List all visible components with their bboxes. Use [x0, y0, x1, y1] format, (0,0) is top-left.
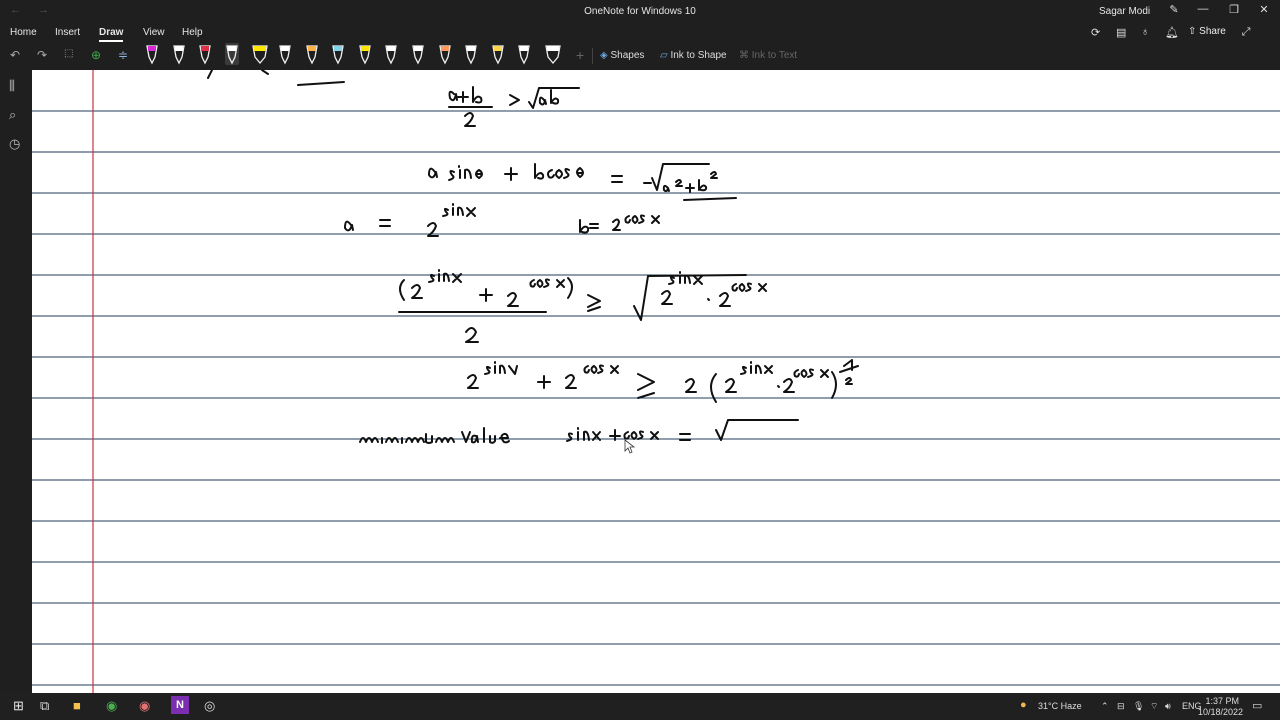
redo-icon[interactable]: ↷ [37, 48, 47, 62]
windows-taskbar: ⊞ ⧉ ■ ◉ ◉ N ◎ ● 31°C Haze ⌃ ⊟ 🎙︎ ⌔ 🔊︎ EN… [0, 693, 1280, 720]
shapes-icon: ◈ [600, 50, 611, 61]
ink-minimum-value [359, 419, 799, 444]
clock-time[interactable]: 1:37 PM [1203, 696, 1239, 706]
add-space-icon[interactable]: ⊕ [91, 48, 101, 62]
close-icon[interactable]: ✕ [1254, 3, 1274, 19]
lasso-select-icon[interactable]: ⬚ [64, 48, 73, 59]
minimize-icon[interactable]: — [1193, 3, 1213, 19]
eraser-icon[interactable]: ≑ [118, 48, 128, 62]
mouse-cursor-icon [624, 439, 636, 454]
handwriting-ink [207, 70, 859, 444]
highlighter-5-icon[interactable] [251, 43, 268, 65]
ink-to-text-icon: ⌘ [739, 50, 752, 61]
page-canvas [32, 70, 1280, 693]
chrome-icon[interactable]: ◉ [106, 698, 117, 714]
ruled-lines [32, 110, 1280, 686]
pen-10-icon[interactable] [384, 43, 398, 65]
fullscreen-icon[interactable]: ⤢ [1236, 26, 1256, 42]
undo-icon[interactable]: ↶ [10, 48, 20, 62]
ink-identity [428, 163, 737, 201]
ink-substitution [344, 203, 660, 237]
task-view-icon[interactable]: ⧉ [40, 698, 49, 714]
ink-to-shape-icon: ▱ [660, 50, 671, 61]
notebooks-icon[interactable]: ⫼ [9, 78, 15, 94]
notifications-icon[interactable]: 🔔︎ [1165, 26, 1179, 39]
ink-inequality [467, 359, 859, 403]
shapes-button[interactable]: ◈ Shapes [600, 50, 644, 61]
ink-to-shape-label: Ink to Shape [670, 50, 727, 61]
pen-11-icon[interactable] [411, 43, 425, 65]
weather-text[interactable]: 31°C Haze [1038, 701, 1082, 711]
title-bar: ← → OneNote for Windows 10 Sagar Modi ✎ … [0, 0, 1280, 22]
network-status-icon[interactable]: ⊟ [1117, 701, 1125, 712]
notebook-icon[interactable]: ▤ [1116, 26, 1126, 39]
pen-2-icon[interactable] [172, 43, 186, 65]
pen-14-icon[interactable] [491, 43, 505, 65]
weather-icon: ● [1020, 699, 1027, 711]
pen-1-icon[interactable] [145, 43, 159, 65]
pen-12-icon[interactable] [438, 43, 452, 65]
shapes-label: Shapes [610, 50, 645, 61]
share-label: Share [1199, 26, 1226, 37]
tab-view[interactable]: View [143, 27, 165, 38]
show-hidden-icons-icon[interactable]: ⌃ [1101, 701, 1109, 712]
pen-8-icon[interactable] [331, 43, 345, 65]
wifi-icon[interactable]: ⌔ [1150, 701, 1158, 712]
ink-am-gm-applied [398, 269, 767, 343]
tab-help[interactable]: Help [182, 27, 203, 38]
share-button[interactable]: ⇧ Share [1188, 26, 1226, 37]
ink-fragment [297, 81, 345, 86]
lightbulb-icon[interactable]: ♁ [1141, 26, 1149, 38]
onenote-icon[interactable]: N [171, 696, 189, 714]
start-icon[interactable]: ⊞ [13, 698, 24, 714]
pen-15-icon[interactable] [517, 43, 531, 65]
pen-mode-icon[interactable]: ✎ [1164, 3, 1184, 19]
notification-center-icon[interactable]: ▭ [1252, 699, 1262, 712]
ink-to-shape-button[interactable]: ▱ Ink to Shape [660, 50, 727, 61]
highlighter-16-icon[interactable] [544, 43, 561, 65]
restore-icon[interactable]: ❐ [1224, 3, 1244, 19]
clock-date[interactable]: 10/18/2022 [1198, 707, 1243, 717]
pen-9-icon[interactable] [358, 43, 372, 65]
recent-icon[interactable]: ◷ [9, 136, 20, 152]
pen-7-icon[interactable] [305, 43, 319, 65]
toolbar-separator [592, 48, 593, 64]
user-name[interactable]: Sagar Modi [1099, 6, 1150, 17]
sync-icon[interactable]: ⟳ [1091, 26, 1100, 39]
ink-fragment [207, 70, 269, 79]
ink-to-text-button[interactable]: ⌘ Ink to Text [739, 50, 797, 61]
pen-13-icon[interactable] [464, 43, 478, 65]
ink-to-text-label: Ink to Text [751, 50, 798, 61]
pen-4-icon[interactable] [225, 43, 239, 65]
window-title: OneNote for Windows 10 [584, 6, 696, 17]
navigation-sidebar: ⫼ ⌕ ◷ [0, 70, 32, 693]
tab-insert[interactable]: Insert [55, 27, 80, 38]
tab-home[interactable]: Home [10, 27, 37, 38]
tab-draw[interactable]: Draw [99, 27, 124, 42]
add-pen-icon[interactable]: + [576, 47, 584, 63]
recorder-icon[interactable]: ◎ [204, 698, 215, 714]
microphone-icon[interactable]: 🎙︎ [1133, 701, 1144, 712]
chrome-profile-icon[interactable]: ◉ [139, 698, 150, 714]
ink-am-gm [448, 86, 580, 127]
share-icon: ⇧ [1188, 26, 1200, 37]
volume-icon[interactable]: 🔊︎ [1165, 701, 1171, 712]
note-page[interactable] [32, 70, 1280, 693]
file-explorer-icon[interactable]: ■ [73, 698, 81, 713]
search-icon[interactable]: ⌕ [9, 107, 16, 123]
pen-6-icon[interactable] [278, 43, 292, 65]
pen-3-icon[interactable] [198, 43, 212, 65]
ribbon-tabs: Home Insert Draw View Help ⟳ ▤ ♁ 🔔︎ ⇧ Sh… [0, 22, 1280, 42]
